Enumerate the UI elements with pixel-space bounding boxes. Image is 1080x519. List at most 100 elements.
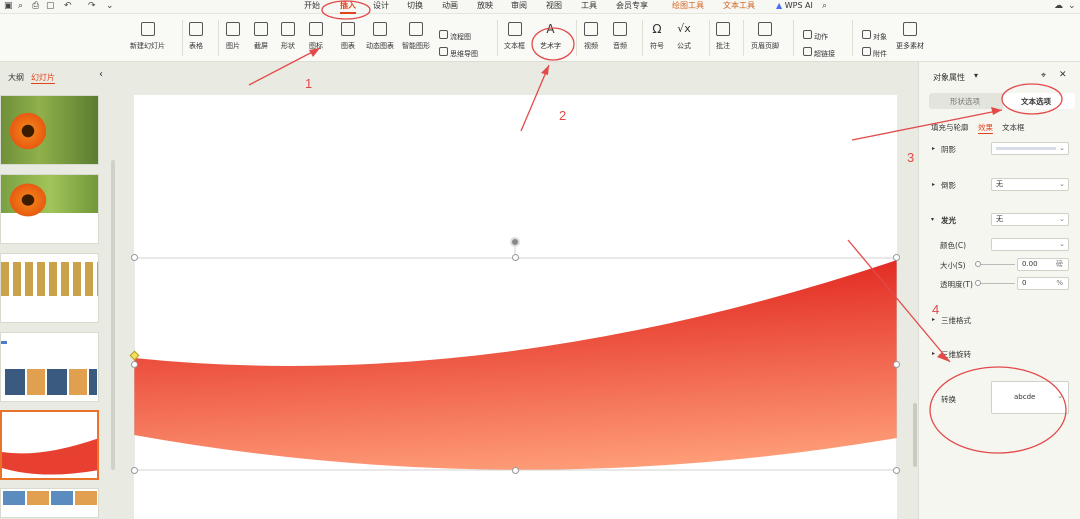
tab-tools[interactable]: 工具 [581,0,597,12]
find-icon[interactable]: ⌕ [18,0,23,12]
chart-button[interactable]: 图表 [341,22,355,51]
tab-drawing-tools[interactable]: 绘图工具 [672,0,704,12]
picture-label: 图片 [226,42,240,50]
textbox-button[interactable]: 文本框 [504,22,525,51]
expand-icon[interactable]: ▸ [932,350,935,357]
three-d-format-label[interactable]: 三维格式 [941,315,971,326]
tab-shape-options[interactable]: 形状选项 [950,96,980,107]
expand-icon[interactable]: ▸ [932,316,935,323]
shadow-preview [996,146,1056,150]
resize-handle[interactable] [512,467,519,474]
resize-handle[interactable] [131,254,138,261]
symbol-button[interactable]: Ω 符号 [650,22,664,51]
glow-select[interactable]: 无 ⌄ [991,213,1069,226]
shadow-select[interactable]: ⌄ [991,142,1069,155]
picture-button[interactable]: 图片 [226,22,240,51]
art-text-button[interactable]: A 艺术字 [540,22,561,51]
chevron-left-icon[interactable]: ‹ [99,69,103,80]
mindmap-button[interactable]: 思维导图 [439,41,478,60]
expand-icon[interactable]: ▸ [932,181,935,188]
shape-button[interactable]: 形状 [281,22,295,51]
cloud-icon[interactable]: ☁ [1054,0,1063,12]
hyperlink-button[interactable]: 超链接 [803,41,835,60]
slide-canvas[interactable] [129,95,900,519]
tab-outline[interactable]: 大纲 [8,72,24,83]
tab-view[interactable]: 视图 [546,0,562,12]
annotation-number-4: 4 [932,302,940,317]
transparency-slider-thumb[interactable] [975,280,981,286]
chevron-down-icon[interactable]: ⌄ [106,0,114,12]
slide-thumbnail[interactable] [0,253,99,323]
undo-icon[interactable]: ↶ [64,0,72,12]
tab-slides[interactable]: 幻灯片 [31,72,55,84]
transform-select[interactable]: abcde ⌄ [991,381,1069,414]
tab-insert[interactable]: 插入 [340,0,356,14]
size-input[interactable]: 0.00 磅 [1017,258,1069,271]
slide-thumbnail-selected[interactable] [0,410,99,480]
tab-text-tools[interactable]: 文本工具 [723,0,755,12]
print-icon[interactable]: ⎙ [32,0,39,12]
search-icon[interactable]: ⌕ [822,0,827,12]
resize-handle[interactable] [512,254,519,261]
color-select[interactable]: ⌄ [991,238,1069,251]
subtab-effect[interactable]: 效果 [978,122,993,134]
subtab-fill-outline[interactable]: 填充与轮廓 [931,122,969,133]
tab-transition[interactable]: 切换 [407,0,423,12]
formula-button[interactable]: √x 公式 [677,22,691,51]
three-d-rotation-label[interactable]: 三维旋转 [941,349,971,360]
preview-icon[interactable]: ▢ [46,0,55,12]
action-icon [803,30,812,39]
more-material-button[interactable]: 更多素材 [896,22,924,51]
tab-review[interactable]: 审阅 [511,0,527,12]
size-slider[interactable] [977,264,1015,265]
smart-graphic-button[interactable]: 智能图形 [402,22,430,51]
dynamic-chart-button[interactable]: 动态图表 [366,22,394,51]
comment-label: 批注 [716,42,730,50]
attachment-button[interactable]: 附件 [862,41,887,60]
size-slider-thumb[interactable] [975,261,981,267]
pin-icon[interactable]: ⌖ [1041,71,1046,81]
tab-design[interactable]: 设计 [373,0,389,12]
annotation-number-3: 3 [907,150,915,165]
reflection-select[interactable]: 无 ⌄ [991,178,1069,191]
collapse-icon[interactable]: ▾ [931,216,934,223]
slide-thumbnail[interactable] [0,174,99,244]
transparency-value: 0 [1022,279,1027,287]
redo-icon[interactable]: ↷ [88,0,96,12]
tab-slideshow[interactable]: 放映 [477,0,493,12]
audio-button[interactable]: 音频 [613,22,627,51]
chevron-down-icon[interactable]: ▾ [974,71,978,80]
art-text-banner[interactable] [134,95,897,519]
resize-handle[interactable] [893,467,900,474]
subtab-textbox[interactable]: 文本框 [1002,122,1025,133]
slide-thumbnail[interactable] [0,332,99,402]
transparency-input[interactable]: 0% [1017,277,1069,290]
resize-handle[interactable] [893,361,900,368]
close-icon[interactable]: ✕ [1059,70,1067,80]
slide-thumbnail[interactable] [0,488,99,518]
video-button[interactable]: 视频 [584,22,598,51]
slide-thumbnail[interactable] [0,95,99,165]
new-slide-button[interactable]: 新建幻灯片 [130,22,165,51]
screenshot-button[interactable]: 截屏 [254,22,268,51]
resize-handle[interactable] [131,361,138,368]
tab-home[interactable]: 开始 [304,0,320,12]
icon-button[interactable]: 图标 [309,22,323,51]
tab-member[interactable]: 会员专享 [616,0,648,12]
transparency-slider[interactable] [977,283,1015,284]
rotate-handle-icon[interactable] [510,237,520,247]
reflection-label: 倒影 [941,181,956,190]
more-icon[interactable]: ⌄ [1068,0,1076,12]
flowchart-label: 流程图 [450,33,471,41]
save-icon[interactable]: ▣ [4,0,13,12]
thumbnail-scrollbar[interactable] [111,160,115,470]
resize-handle[interactable] [131,467,138,474]
table-button[interactable]: 表格 [189,22,203,51]
expand-icon[interactable]: ▸ [932,145,935,152]
tab-animation[interactable]: 动画 [442,0,458,12]
tab-wps-ai[interactable]: ▲ WPS AI [776,0,813,12]
header-footer-button[interactable]: 页眉页脚 [751,22,779,51]
resize-handle[interactable] [893,254,900,261]
canvas-scrollbar[interactable] [913,403,917,467]
comment-button[interactable]: 批注 [716,22,730,51]
